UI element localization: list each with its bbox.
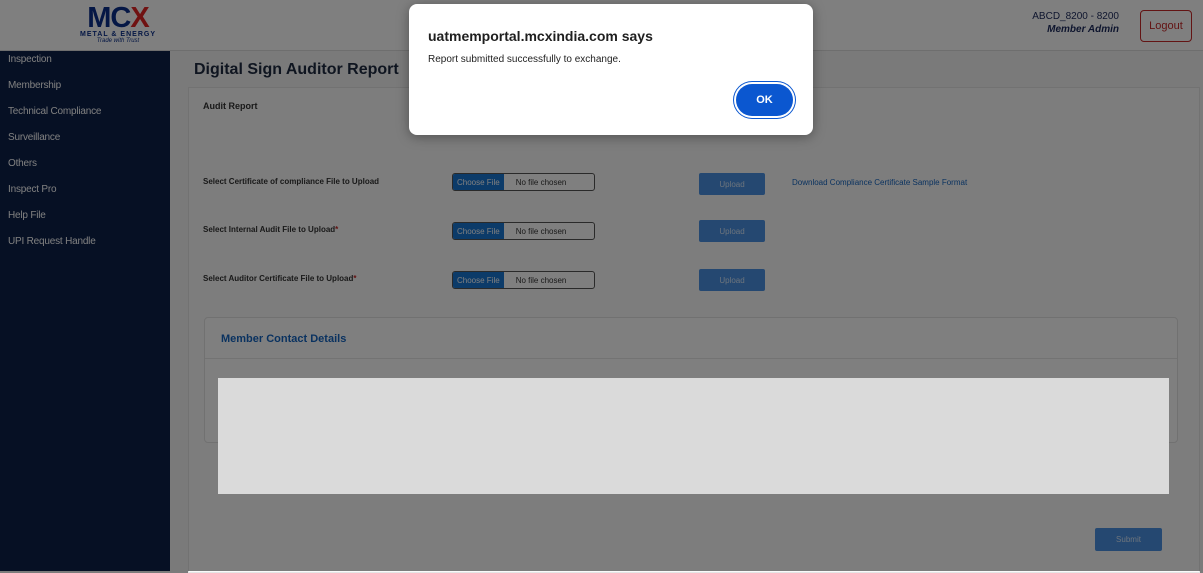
ok-button[interactable]: OK [736,84,793,116]
redacted-region [218,378,1169,494]
dialog-title: uatmemportal.mcxindia.com says [428,28,653,44]
alert-dialog: uatmemportal.mcxindia.com says Report su… [409,4,813,135]
dialog-message: Report submitted successfully to exchang… [428,54,621,65]
